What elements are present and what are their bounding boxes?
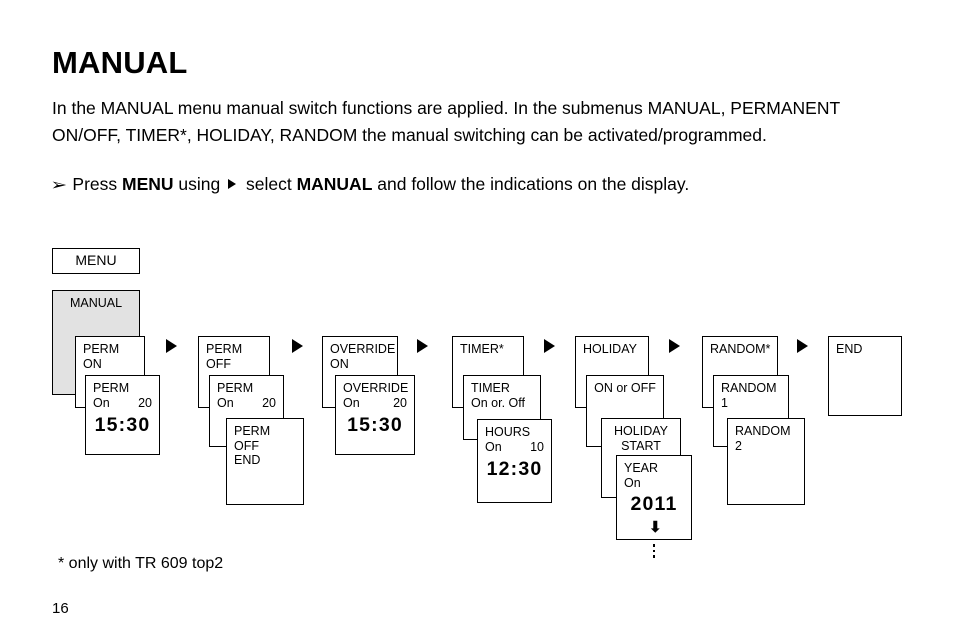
card-big-value: 15:30 bbox=[347, 413, 403, 436]
flow-arrow-icon-4 bbox=[544, 339, 555, 353]
down-arrow-icon: ⬇ bbox=[649, 519, 662, 536]
flow-arrow-icon-6 bbox=[797, 339, 808, 353]
card-title: TIMER bbox=[471, 381, 510, 395]
node-timer-head-label: TIMER* bbox=[460, 342, 504, 356]
card-title: OVERRIDE bbox=[343, 381, 409, 395]
card-override-detail[interactable]: OVERRIDE On 20 15:30 bbox=[335, 375, 415, 455]
card-title: HOURS bbox=[485, 425, 531, 439]
card-keyvalue: On 20 bbox=[343, 396, 407, 411]
card-perm-off-detail-2[interactable]: PERM OFF END bbox=[226, 418, 304, 505]
vertical-ellipsis-icon bbox=[649, 541, 659, 558]
menu-flow-diagram: MENU MANUAL PERM ON PERM On 20 15:30 PER… bbox=[0, 0, 954, 643]
node-override-on-head-label: OVERRIDE bbox=[330, 342, 396, 356]
card-title: PERM OFF bbox=[234, 424, 271, 453]
flow-arrow-icon-2 bbox=[292, 339, 303, 353]
card-title: HOLIDAY bbox=[614, 424, 668, 438]
footnote: * only with TR 609 top2 bbox=[58, 555, 224, 572]
node-perm-on-head-label: PERM ON bbox=[83, 342, 120, 371]
page-number: 16 bbox=[52, 600, 69, 617]
card-key: On bbox=[93, 395, 110, 410]
card-big-value: 12:30 bbox=[486, 457, 543, 480]
card-subtitle: END bbox=[234, 453, 261, 467]
card-title: PERM bbox=[217, 381, 254, 395]
card-value: 20 bbox=[262, 395, 276, 410]
card-key: On bbox=[343, 395, 360, 410]
card-title: YEAR bbox=[624, 461, 659, 475]
card-keyvalue: On 20 bbox=[93, 396, 152, 411]
node-end[interactable]: END bbox=[828, 336, 902, 416]
menu-button-label: MENU bbox=[75, 252, 117, 268]
card-title: RANDOM 1 bbox=[721, 381, 777, 410]
card-value: 20 bbox=[138, 395, 152, 410]
card-title: ON or OFF bbox=[594, 381, 656, 395]
flow-arrow-icon-3 bbox=[417, 339, 428, 353]
card-keyvalue: On 20 bbox=[217, 396, 276, 411]
card-random-detail-2[interactable]: RANDOM 2 bbox=[727, 418, 805, 505]
card-value: 20 bbox=[393, 395, 407, 410]
card-key: On bbox=[217, 395, 234, 410]
node-holiday-head-label: HOLIDAY bbox=[583, 342, 637, 356]
node-end-label: END bbox=[836, 342, 863, 356]
card-subtitle: On or. Off bbox=[471, 395, 525, 410]
node-perm-off-head-label: PERM OFF bbox=[206, 342, 243, 371]
card-title: PERM bbox=[93, 381, 130, 395]
menu-button[interactable]: MENU bbox=[52, 248, 140, 274]
card-perm-on-detail[interactable]: PERM On 20 15:30 bbox=[85, 375, 160, 455]
card-big-value: 2011 bbox=[630, 493, 678, 515]
card-key: On bbox=[485, 439, 502, 454]
node-manual-root-label: MANUAL bbox=[69, 296, 123, 310]
flow-arrow-icon-1 bbox=[166, 339, 177, 353]
card-timer-detail-2[interactable]: HOURS On 10 12:30 bbox=[477, 419, 552, 503]
card-big-value: 15:30 bbox=[94, 413, 151, 436]
card-keyvalue: On 10 bbox=[485, 440, 544, 455]
card-key: On bbox=[624, 475, 641, 490]
card-title: RANDOM 2 bbox=[735, 424, 791, 453]
node-override-on-head-label2: ON bbox=[330, 356, 349, 371]
card-value: 10 bbox=[530, 439, 544, 454]
flow-arrow-icon-5 bbox=[669, 339, 680, 353]
card-subtitle: START bbox=[621, 438, 661, 453]
node-random-head-label: RANDOM* bbox=[710, 342, 771, 356]
